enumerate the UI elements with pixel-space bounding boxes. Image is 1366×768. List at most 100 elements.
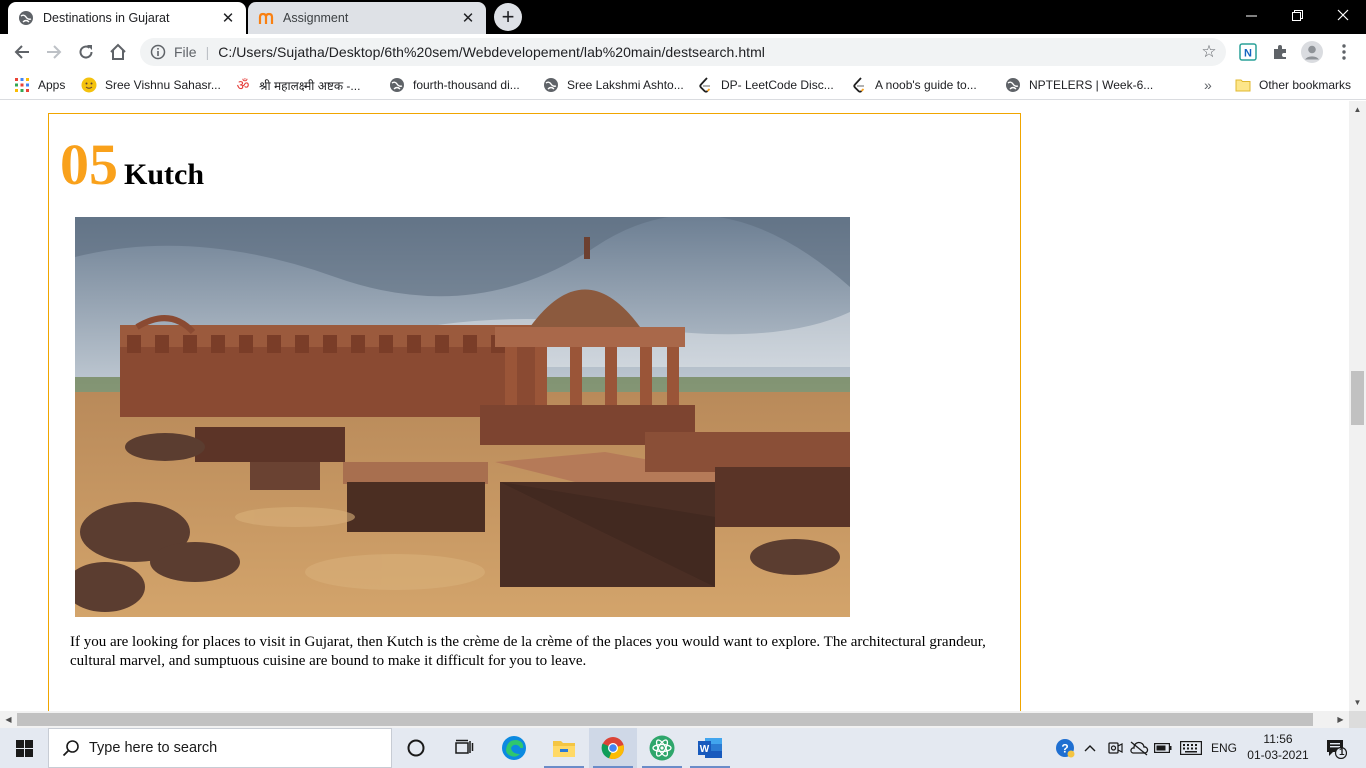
- cortana-icon[interactable]: [392, 728, 440, 768]
- clock-date: 01-03-2021: [1247, 748, 1309, 762]
- url-text[interactable]: C:/Users/Sujatha/Desktop/6th%20sem/Webde…: [218, 44, 1196, 60]
- bookmarks-bar: Apps Sree Vishnu Sahasr... ॐ श्री महालक्…: [0, 70, 1366, 100]
- svg-text:N: N: [1244, 48, 1252, 60]
- scroll-left-arrow-icon[interactable]: ◀: [0, 711, 17, 728]
- notification-count: 1: [1339, 747, 1345, 758]
- search-placeholder: Type here to search: [89, 740, 218, 756]
- forward-button[interactable]: [40, 38, 68, 66]
- puzzle-icon[interactable]: [1266, 38, 1294, 66]
- scrollbar-corner: [1349, 711, 1366, 728]
- vertical-scroll-thumb[interactable]: [1351, 371, 1364, 425]
- browser-toolbar: File | C:/Users/Sujatha/Desktop/6th%20se…: [0, 34, 1366, 70]
- tab-assignment[interactable]: Assignment ✕: [248, 2, 486, 34]
- chrome-icon[interactable]: [589, 728, 637, 768]
- svg-text:W: W: [700, 744, 710, 755]
- destination-card: 05 Kutch If you are looking for places t…: [48, 113, 1021, 711]
- tab-title: Destinations in Gujarat: [43, 11, 170, 25]
- address-bar[interactable]: File | C:/Users/Sujatha/Desktop/6th%20se…: [140, 38, 1226, 66]
- start-button[interactable]: [0, 728, 48, 768]
- vertical-scrollbar[interactable]: ▲ ▼: [1349, 101, 1366, 711]
- bookmark-apps[interactable]: Apps: [14, 75, 65, 95]
- horizontal-scrollbar[interactable]: ◀ ▶: [0, 711, 1349, 728]
- profile-avatar-icon[interactable]: [1298, 38, 1326, 66]
- close-tab-icon[interactable]: ✕: [460, 10, 476, 27]
- folder-icon: [1235, 77, 1251, 93]
- bookmark-item[interactable]: fourth-thousand di...: [389, 75, 520, 95]
- help-icon[interactable]: ?: [1054, 728, 1076, 768]
- bookmark-star-icon[interactable]: ☆: [1196, 39, 1222, 65]
- atom-icon[interactable]: [638, 728, 686, 768]
- bookmark-item[interactable]: NPTELERS | Week-6...: [1005, 75, 1153, 95]
- restore-button[interactable]: [1274, 0, 1320, 30]
- bookmark-label: A noob's guide to...: [875, 78, 977, 92]
- bookmark-item[interactable]: DP- LeetCode Disc...: [697, 75, 834, 95]
- onedrive-offline-icon[interactable]: [1128, 728, 1150, 768]
- destination-description: If you are looking for places to visit i…: [70, 634, 986, 669]
- globe-icon: [389, 77, 405, 93]
- home-button[interactable]: [104, 38, 132, 66]
- horizontal-scroll-thumb[interactable]: [17, 713, 1313, 726]
- new-tab-button[interactable]: +: [494, 3, 522, 31]
- minimize-button[interactable]: [1228, 0, 1274, 30]
- bookmark-item[interactable]: Sree Lakshmi Ashto...: [543, 75, 684, 95]
- scroll-up-arrow-icon[interactable]: ▲: [1349, 101, 1366, 118]
- search-icon: [61, 738, 81, 758]
- leetcode-icon: [851, 77, 867, 93]
- destination-name: Kutch: [124, 158, 205, 191]
- bookmark-item[interactable]: A noob's guide to...: [851, 75, 977, 95]
- other-bookmarks-folder[interactable]: Other bookmarks: [1235, 75, 1351, 95]
- clock-time: 11:56: [1263, 732, 1293, 746]
- url-separator: |: [205, 44, 210, 60]
- bookmark-label: Sree Vishnu Sahasr...: [105, 78, 221, 92]
- close-tab-icon[interactable]: ✕: [220, 10, 236, 27]
- keyboard-icon[interactable]: [1178, 728, 1204, 768]
- notification-center-icon[interactable]: 1: [1318, 728, 1354, 768]
- kebab-menu-icon[interactable]: [1330, 38, 1358, 66]
- bookmark-label: Sree Lakshmi Ashto...: [567, 78, 684, 92]
- page-viewport: 05 Kutch If you are looking for places t…: [0, 101, 1349, 711]
- bookmark-item[interactable]: Sree Vishnu Sahasr...: [81, 75, 221, 95]
- bookmark-item[interactable]: ॐ श्री महालक्ष्मी अष्टक -...: [235, 75, 361, 95]
- task-view-icon[interactable]: [440, 728, 488, 768]
- scroll-down-arrow-icon[interactable]: ▼: [1349, 694, 1366, 711]
- forward-arrow-icon: [47, 45, 62, 59]
- chevron-up-icon[interactable]: [1080, 728, 1100, 768]
- apps-grid-icon: [14, 77, 30, 93]
- windows-logo-icon: [15, 739, 33, 757]
- back-arrow-icon: [14, 45, 29, 59]
- leetcode-icon: [697, 77, 713, 93]
- home-icon: [110, 43, 126, 60]
- nptel-extension-icon[interactable]: N: [1234, 38, 1262, 66]
- taskbar-search[interactable]: Type here to search: [48, 728, 392, 768]
- bookmark-label: NPTELERS | Week-6...: [1029, 78, 1154, 92]
- destination-heading: 05 Kutch: [60, 136, 204, 194]
- destination-image: [75, 217, 850, 617]
- moodle-icon: [258, 10, 274, 26]
- windows-taskbar: Type here to search W ? ENG 11:56 01-03-…: [0, 728, 1366, 768]
- scroll-right-arrow-icon[interactable]: ▶: [1332, 711, 1349, 728]
- battery-icon[interactable]: [1152, 728, 1174, 768]
- meet-now-icon[interactable]: [1104, 728, 1126, 768]
- bookmark-label: DP- LeetCode Disc...: [721, 78, 834, 92]
- bookmark-label: fourth-thousand di...: [413, 78, 520, 92]
- bookmark-label: श्री महालक्ष्मी अष्टक -...: [259, 78, 361, 93]
- file-explorer-icon[interactable]: [540, 728, 588, 768]
- kutch-ruins-illustration: [75, 217, 850, 617]
- system-clock[interactable]: 11:56 01-03-2021: [1240, 731, 1316, 763]
- om-icon: ॐ: [236, 76, 250, 93]
- word-icon[interactable]: W: [686, 728, 734, 768]
- edge-icon[interactable]: [490, 728, 538, 768]
- tab-destinations[interactable]: Destinations in Gujarat ✕: [8, 2, 246, 34]
- back-button[interactable]: [8, 38, 36, 66]
- info-icon[interactable]: [150, 44, 166, 60]
- language-indicator[interactable]: ENG: [1208, 728, 1240, 768]
- bookmark-label: Other bookmarks: [1259, 78, 1352, 92]
- url-scheme: File: [174, 44, 197, 60]
- bookmark-label: Apps: [38, 78, 66, 92]
- reload-button[interactable]: [72, 38, 100, 66]
- close-window-button[interactable]: [1320, 0, 1366, 30]
- bookmarks-overflow-button[interactable]: »: [1204, 75, 1212, 95]
- globe-icon: [18, 10, 34, 26]
- reload-icon: [79, 45, 93, 59]
- tab-strip: Destinations in Gujarat ✕ Assignment ✕ +: [0, 0, 1366, 34]
